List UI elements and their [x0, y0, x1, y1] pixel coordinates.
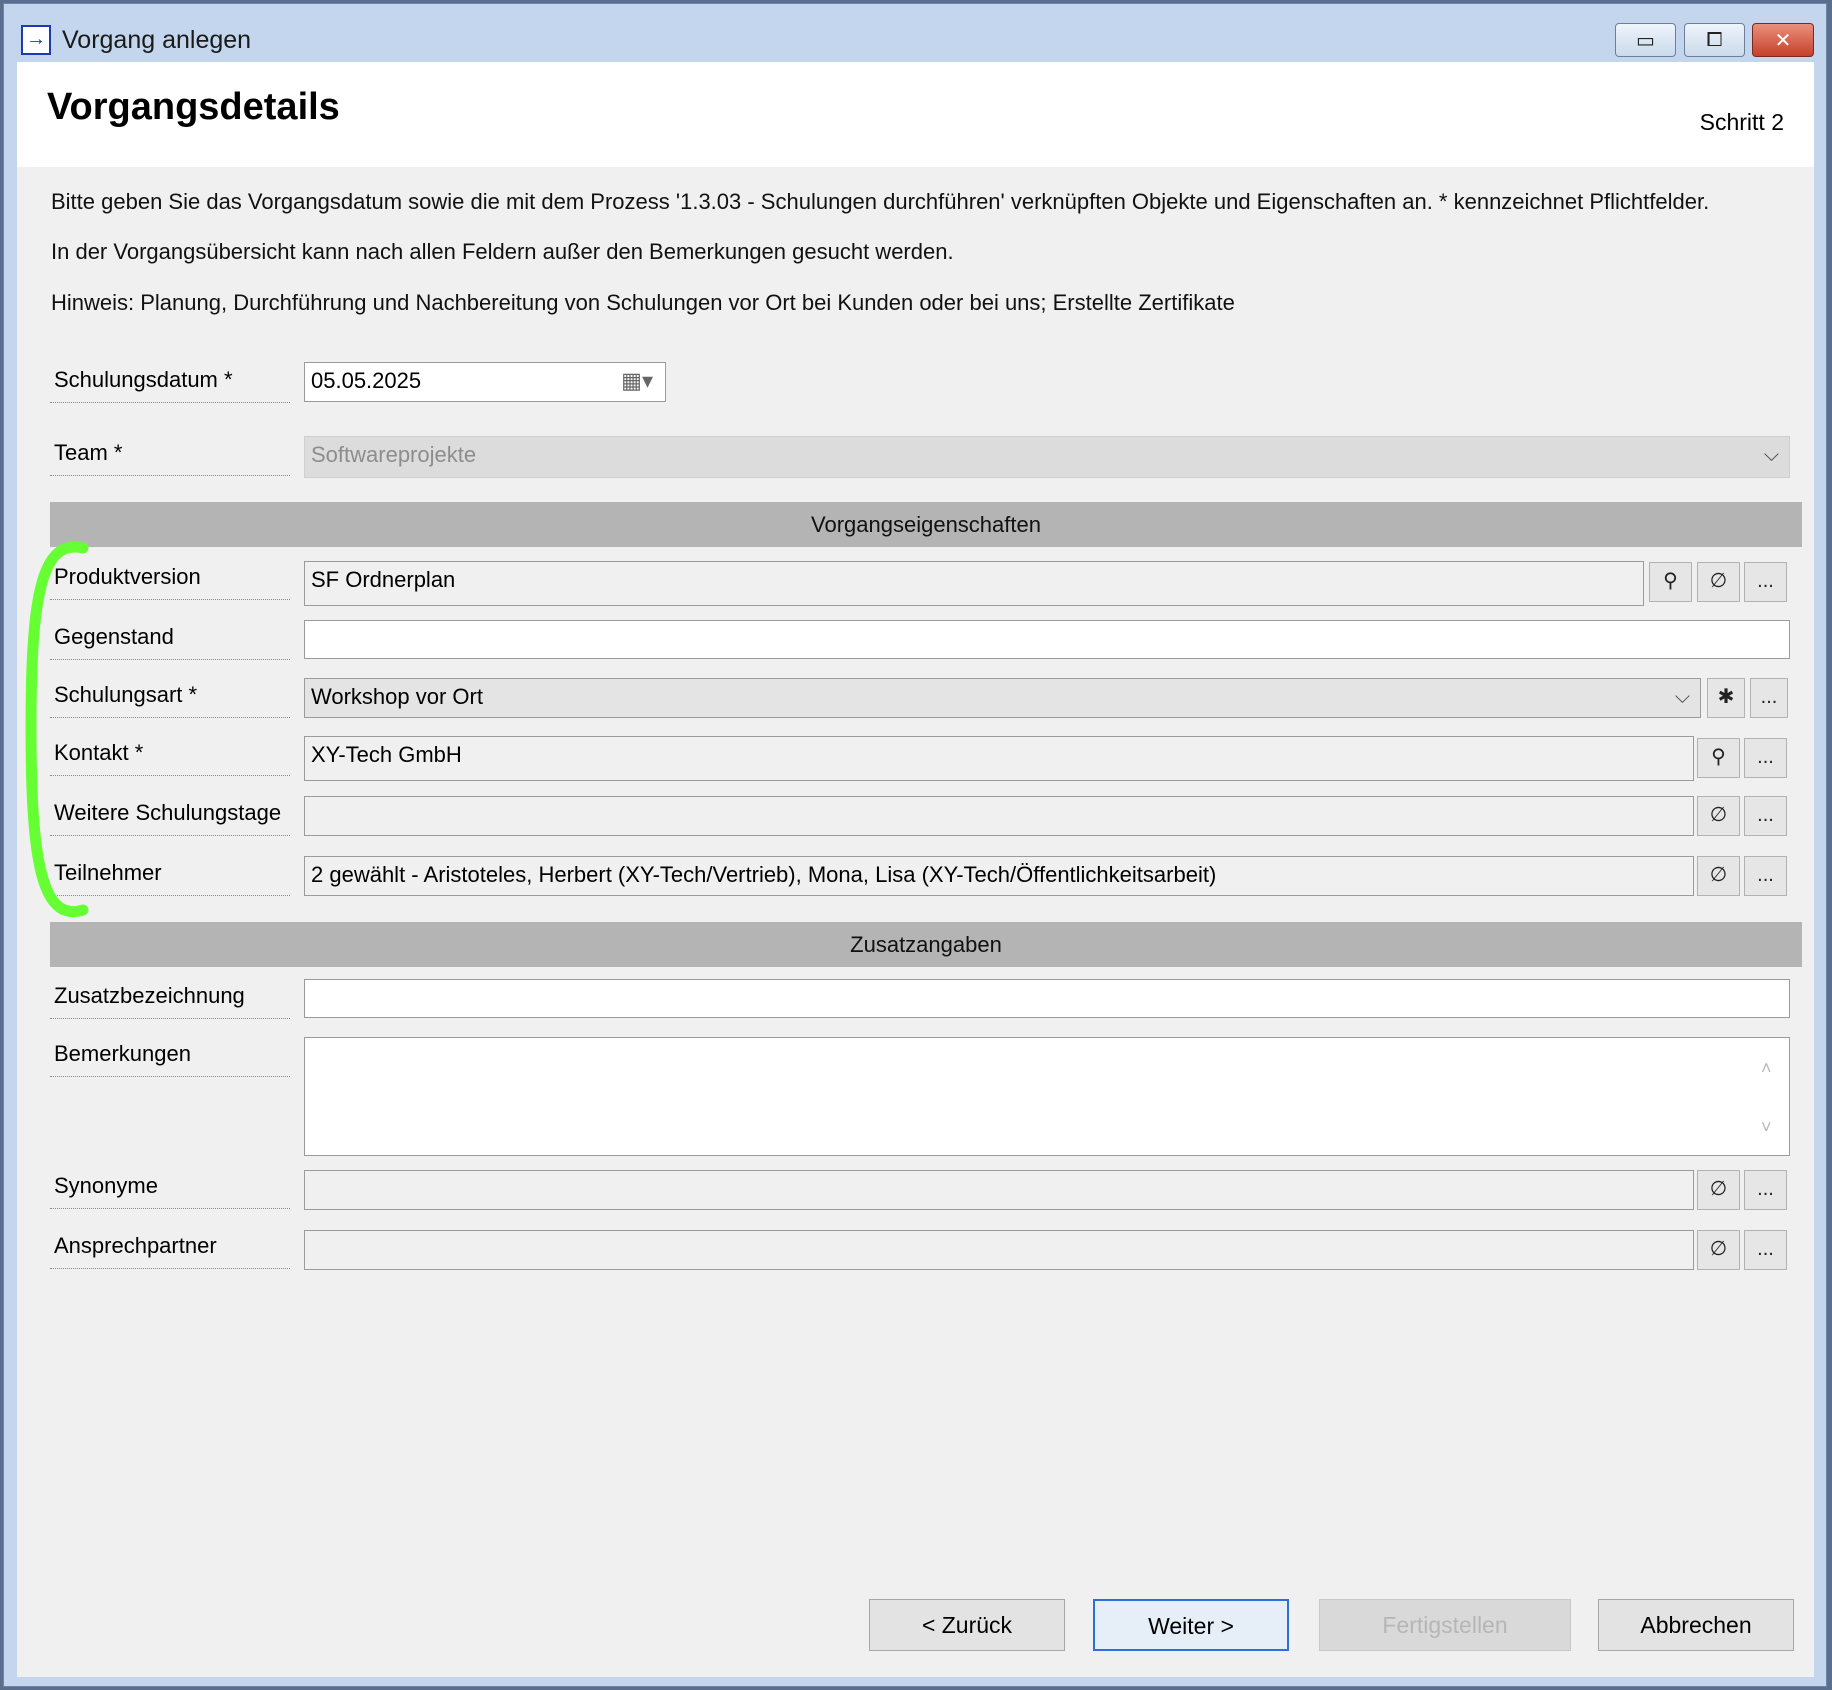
- schulungsart-value: Workshop vor Ort: [311, 684, 483, 709]
- ansprechpartner-more-button[interactable]: ...: [1744, 1230, 1787, 1270]
- finish-button: Fertigstellen: [1319, 1599, 1571, 1651]
- teilnehmer-more-button[interactable]: ...: [1744, 856, 1787, 896]
- next-button[interactable]: Weiter >: [1093, 1599, 1289, 1651]
- dialog-window: → Vorgang anlegen ▭ ⧠ ✕ Vorgangsdetails …: [3, 3, 1827, 1687]
- teilnehmer-clear-button[interactable]: ∅: [1697, 856, 1740, 896]
- ellipsis-icon: ...: [1757, 864, 1774, 886]
- section-header-zusatzangaben: Zusatzangaben: [50, 922, 1802, 967]
- zusatzbezeichnung-input[interactable]: [304, 979, 1790, 1018]
- ansprechpartner-field[interactable]: [304, 1230, 1694, 1270]
- teilnehmer-value: 2 gewählt - Aristoteles, Herbert (XY-Tec…: [311, 862, 1217, 887]
- title-bar: → Vorgang anlegen ▭ ⧠ ✕: [4, 4, 1826, 62]
- produktversion-field[interactable]: SF Ordnerplan: [304, 561, 1644, 606]
- clear-icon: ∅: [1709, 1238, 1728, 1260]
- schulungsdatum-value: 05.05.2025: [311, 368, 422, 393]
- gegenstand-input[interactable]: [304, 620, 1790, 659]
- minimize-button[interactable]: ▭: [1615, 23, 1676, 57]
- ellipsis-icon: ...: [1757, 1178, 1774, 1200]
- weitere-schulungstage-more-button[interactable]: ...: [1744, 796, 1787, 836]
- asterisk-icon: ✱: [1717, 686, 1735, 708]
- ellipsis-icon: ...: [1757, 570, 1774, 592]
- produktversion-value: SF Ordnerplan: [311, 567, 456, 592]
- cancel-button[interactable]: Abbrechen: [1598, 1599, 1794, 1651]
- clear-icon: ∅: [1709, 1178, 1728, 1200]
- bemerkungen-textarea[interactable]: ˄ ˅: [304, 1037, 1790, 1156]
- ansprechpartner-label: Ansprechpartner: [50, 1229, 290, 1269]
- ansprechpartner-clear-button[interactable]: ∅: [1697, 1230, 1740, 1270]
- app-arrow-icon: →: [21, 25, 51, 55]
- schulungsart-more-button[interactable]: ...: [1750, 678, 1788, 718]
- ellipsis-icon: ...: [1757, 1238, 1774, 1260]
- bemerkungen-label: Bemerkungen: [50, 1037, 290, 1077]
- synonyme-label: Synonyme: [50, 1169, 290, 1209]
- maximize-button[interactable]: ⧠: [1684, 23, 1745, 57]
- ellipsis-icon: ...: [1760, 686, 1778, 708]
- synonyme-field[interactable]: [304, 1170, 1694, 1210]
- dialog-client-area: Vorgangsdetails Schritt 2 Bitte geben Si…: [17, 62, 1814, 1677]
- team-label: Team *: [50, 436, 290, 476]
- clear-icon: ∅: [1709, 804, 1728, 826]
- produktversion-clear-button[interactable]: ∅: [1697, 562, 1740, 602]
- scroll-up-icon[interactable]: ˄: [1761, 1050, 1772, 1086]
- synonyme-clear-button[interactable]: ∅: [1697, 1170, 1740, 1210]
- team-select: Softwareprojekte ⌵: [304, 436, 1790, 478]
- header-panel: Vorgangsdetails Schritt 2: [17, 62, 1814, 167]
- zusatzbezeichnung-label: Zusatzbezeichnung: [50, 979, 290, 1019]
- close-button[interactable]: ✕: [1752, 23, 1814, 57]
- weitere-schulungstage-field[interactable]: [304, 796, 1694, 836]
- window-title: Vorgang anlegen: [62, 26, 252, 54]
- schulungsart-new-button[interactable]: ✱: [1707, 678, 1745, 718]
- scroll-down-icon[interactable]: ˅: [1761, 1109, 1772, 1145]
- schulungsdatum-label: Schulungsdatum *: [50, 363, 290, 403]
- description-line-1: Bitte geben Sie das Vorgangsdatum sowie …: [51, 189, 1710, 214]
- vertical-scrollbar[interactable]: ˄ ˅: [1761, 1050, 1781, 1145]
- pin-icon: ⚲: [1663, 570, 1678, 592]
- clear-icon: ∅: [1709, 864, 1728, 886]
- kontakt-value: XY-Tech GmbH: [311, 742, 462, 767]
- kontakt-pin-button[interactable]: ⚲: [1697, 738, 1740, 778]
- clear-icon: ∅: [1709, 570, 1728, 592]
- ellipsis-icon: ...: [1757, 746, 1774, 768]
- schulungsart-select[interactable]: Workshop vor Ort ⌵: [304, 678, 1701, 718]
- weitere-schulungstage-clear-button[interactable]: ∅: [1697, 796, 1740, 836]
- produktversion-pin-button[interactable]: ⚲: [1649, 562, 1692, 602]
- ellipsis-icon: ...: [1757, 804, 1774, 826]
- pin-icon: ⚲: [1711, 746, 1726, 768]
- produktversion-more-button[interactable]: ...: [1744, 562, 1787, 602]
- synonyme-more-button[interactable]: ...: [1744, 1170, 1787, 1210]
- kontakt-field[interactable]: XY-Tech GmbH: [304, 736, 1694, 781]
- back-button[interactable]: < Zurück: [869, 1599, 1065, 1651]
- page-title: Vorgangsdetails: [47, 86, 340, 128]
- step-indicator: Schritt 2: [1699, 109, 1784, 135]
- chevron-down-icon: ⌵: [1763, 444, 1779, 466]
- description-line-3: Hinweis: Planung, Durchführung und Nachb…: [51, 290, 1235, 315]
- calendar-dropdown-icon[interactable]: ▦▾: [621, 363, 653, 399]
- annotation-bracket: [25, 541, 89, 918]
- schulungsdatum-date-picker[interactable]: 05.05.2025 ▦▾: [304, 362, 666, 402]
- team-value: Softwareprojekte: [311, 442, 477, 467]
- section-header-vorgangseigenschaften: Vorgangseigenschaften: [50, 502, 1802, 547]
- teilnehmer-field[interactable]: 2 gewählt - Aristoteles, Herbert (XY-Tec…: [304, 856, 1694, 896]
- chevron-down-icon: ⌵: [1674, 686, 1690, 708]
- description-line-2: In der Vorgangsübersicht kann nach allen…: [51, 239, 954, 264]
- kontakt-more-button[interactable]: ...: [1744, 738, 1787, 778]
